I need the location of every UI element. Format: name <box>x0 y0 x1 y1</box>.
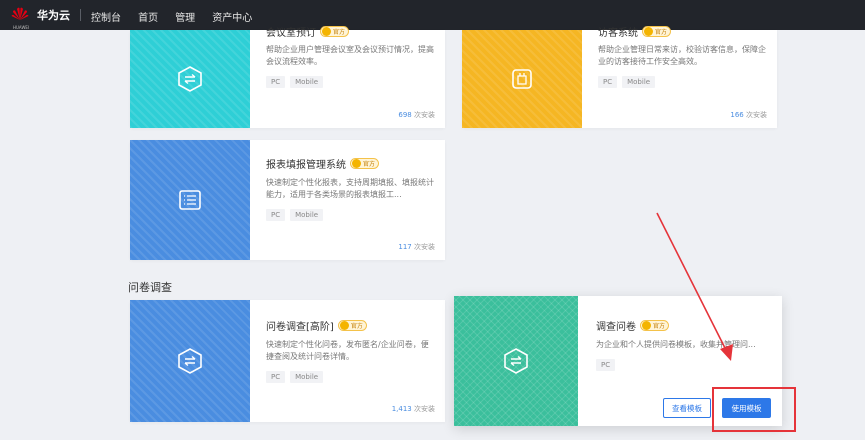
nav-assets[interactable]: 资产中心 <box>212 13 252 24</box>
card-description: 帮助企业管理日常来访，校验访客信息，保障企业的访客接待工作安全高效。 <box>598 45 766 66</box>
tag-mobile: Mobile <box>290 209 324 221</box>
card-thumbnail <box>130 30 250 128</box>
official-icon <box>352 159 361 168</box>
install-count: 117 次安装 <box>398 243 435 251</box>
card-description: 帮助企业用户管理会议室及会议预订情况，提高会议流程效率。 <box>266 45 434 66</box>
platform-tags: PC Mobile <box>266 209 435 221</box>
nav-manage[interactable]: 管理 <box>175 13 195 24</box>
card-description: 快速制定个性化问卷，发布匿名/企业问卷，便捷查阅及统计问卷详情。 <box>266 340 429 361</box>
tag-mobile: Mobile <box>290 371 324 383</box>
install-count: 1,413 次安装 <box>391 405 435 413</box>
brand-name[interactable]: 华为云 <box>37 7 70 23</box>
official-icon <box>642 321 651 330</box>
tag-mobile: Mobile <box>290 76 324 88</box>
tag-pc: PC <box>266 76 286 88</box>
tag-pc: PC <box>596 359 616 371</box>
card-description: 快速制定个性化报表，支持周期填报、填报统计能力，适用于各类场景的报表填报工... <box>266 178 434 199</box>
app-card-report[interactable]: 报表填报管理系统 官方 快速制定个性化报表，支持周期填报、填报统计能力，适用于各… <box>130 140 445 260</box>
card-thumbnail <box>462 30 582 128</box>
section-title-survey: 问卷调查 <box>128 281 172 294</box>
card-thumbnail <box>454 296 578 426</box>
official-badge: 官方 <box>640 320 670 331</box>
app-card-survey-advanced[interactable]: 问卷调查[高阶] 官方 快速制定个性化问卷，发布匿名/企业问卷，便捷查阅及统计问… <box>130 300 445 422</box>
app-emblem-icon <box>504 348 528 374</box>
tag-mobile: Mobile <box>622 76 656 88</box>
nav-console[interactable]: 控制台 <box>91 13 121 24</box>
install-count: 698 次安装 <box>398 111 435 119</box>
card-title: 访客系统 <box>598 28 638 39</box>
official-badge: 官方 <box>337 320 367 331</box>
card-title: 报表填报管理系统 <box>266 160 346 171</box>
view-template-button[interactable]: 查看模板 <box>663 398 711 418</box>
logo-wordmark: HUAWEI <box>13 25 30 30</box>
install-count: 166 次安装 <box>730 111 767 119</box>
card-title: 会议室预订 <box>266 28 316 39</box>
official-badge: 官方 <box>642 26 672 37</box>
card-thumbnail <box>130 140 250 260</box>
platform-tags: PC <box>596 359 772 371</box>
app-emblem-icon <box>178 348 202 374</box>
header-divider <box>80 9 81 21</box>
app-emblem-icon <box>178 66 202 92</box>
main-nav: 控制台 首页 管理 资产中心 <box>91 6 264 25</box>
card-thumbnail <box>130 300 250 422</box>
platform-tags: PC Mobile <box>266 371 435 383</box>
tag-pc: PC <box>598 76 618 88</box>
tag-pc: PC <box>266 209 286 221</box>
official-badge: 官方 <box>320 26 350 37</box>
nav-home[interactable]: 首页 <box>138 13 158 24</box>
official-icon <box>644 27 653 36</box>
platform-tags: PC Mobile <box>598 76 767 88</box>
card-description: 为企业和个人提供问卷模板，收集并管理问... <box>596 340 756 349</box>
form-icon <box>179 190 201 210</box>
annotation-highlight-box <box>712 387 796 432</box>
official-icon <box>339 321 349 330</box>
app-card-visitor[interactable]: 访客系统 官方 帮助企业管理日常来访，校验访客信息，保障企业的访客接待工作安全高… <box>462 26 777 128</box>
huawei-logo-icon[interactable]: HUAWEI <box>11 6 29 30</box>
platform-tags: PC Mobile <box>266 76 435 88</box>
app-card-meeting[interactable]: 会议室预订 官方 帮助企业用户管理会议室及会议预订情况，提高会议流程效率。 PC… <box>130 26 445 128</box>
official-icon <box>322 27 331 36</box>
app-emblem-icon <box>512 69 532 89</box>
card-title: 调查问卷 <box>596 322 636 333</box>
official-badge: 官方 <box>350 158 380 169</box>
tag-pc: PC <box>266 371 286 383</box>
card-title: 问卷调查[高阶] <box>266 322 334 333</box>
